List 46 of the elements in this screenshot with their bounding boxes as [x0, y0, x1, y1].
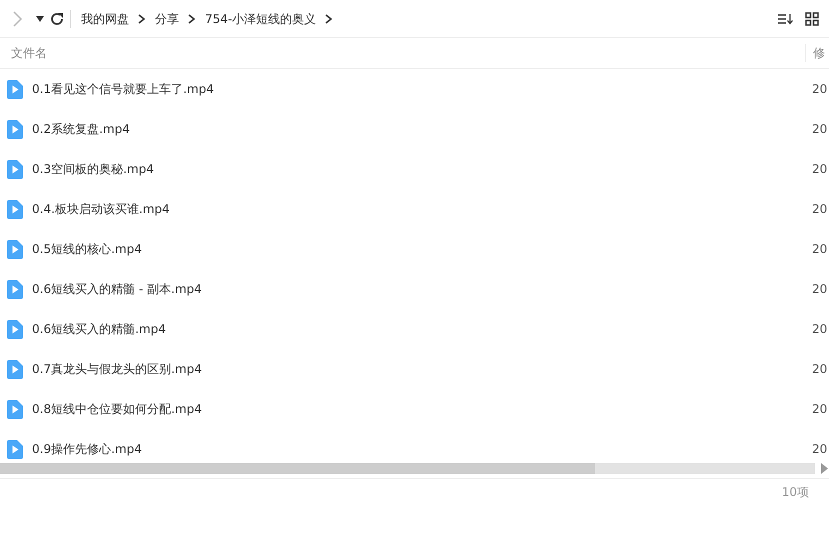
file-name[interactable]: 0.6短线买入的精髓 - 副本.mp4: [29, 280, 202, 298]
breadcrumb-link[interactable]: 分享: [155, 10, 179, 28]
refresh-button[interactable]: [50, 12, 64, 26]
grid-view-icon[interactable]: [805, 12, 819, 26]
scroll-right-icon[interactable]: [821, 463, 828, 474]
modified-date: 20: [811, 201, 828, 218]
file-name[interactable]: 0.8短线中仓位要如何分配.mp4: [29, 400, 202, 418]
modified-date: 20: [811, 241, 828, 258]
video-file-icon: [7, 200, 23, 218]
video-file-icon: [7, 120, 23, 138]
file-name[interactable]: 0.5短线的核心.mp4: [29, 240, 142, 258]
sort-icon[interactable]: [777, 12, 793, 26]
video-file-icon: [7, 440, 23, 458]
chevron-icon: [188, 14, 196, 24]
file-name[interactable]: 0.1看见这个信号就要上车了.mp4: [29, 80, 214, 98]
file-name[interactable]: 0.3空间板的奥秘.mp4: [29, 160, 154, 178]
file-name[interactable]: 0.9操作先修心.mp4: [29, 440, 142, 458]
file-name[interactable]: 0.7真龙头与假龙头的区别.mp4: [29, 360, 202, 378]
modified-date: 20: [811, 361, 828, 378]
video-file-icon: [7, 320, 23, 338]
modified-date: 20: [811, 281, 828, 298]
modified-date: 20: [811, 161, 828, 178]
video-file-icon: [7, 240, 23, 258]
breadcrumb-link[interactable]: 我的网盘: [81, 10, 129, 28]
modified-date: 20: [811, 441, 828, 458]
video-file-icon: [7, 160, 23, 178]
video-file-icon: [7, 400, 23, 418]
file-name[interactable]: 0.2系统复盘.mp4: [29, 120, 130, 138]
dropdown-caret-icon[interactable]: [36, 16, 44, 22]
video-file-icon: [7, 280, 23, 298]
chevron-icon: [138, 14, 146, 24]
modified-date: 20: [811, 401, 828, 418]
item-count: 10项: [782, 484, 809, 500]
file-name[interactable]: 0.6短线买入的精髓.mp4: [29, 320, 166, 338]
horizontal-scrollbar[interactable]: [0, 463, 815, 474]
file-name[interactable]: 0.4.板块启动该买谁.mp4: [29, 200, 170, 218]
chevron-icon: [325, 14, 334, 24]
scrollbar-thumb[interactable]: [0, 463, 595, 474]
column-header[interactable]: 文件名: [11, 46, 47, 60]
modified-date: 20: [811, 81, 828, 98]
modified-date: 20: [811, 121, 828, 138]
video-file-icon: [7, 360, 23, 378]
breadcrumb-link[interactable]: 754-小泽短线的奥义: [205, 10, 316, 28]
column-header[interactable]: 修: [813, 46, 825, 60]
modified-date: 20: [811, 321, 828, 338]
video-file-icon: [7, 80, 23, 98]
